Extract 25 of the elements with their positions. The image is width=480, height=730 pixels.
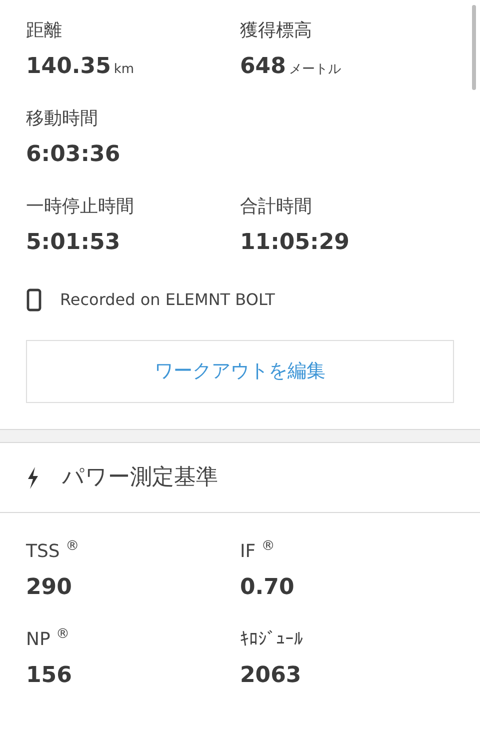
stat-label: TSS $^{®}$ <box>26 539 80 564</box>
stat-unit: メートル <box>288 61 341 79</box>
stat-label: ｷﾛｼﾞｭｰﾙ <box>240 628 303 652</box>
stat-value: 290 <box>26 575 72 601</box>
stat-value: 156 <box>26 663 72 689</box>
section-title: パワー測定基準 <box>62 464 218 492</box>
stat-value: 6:03:36 <box>26 142 120 168</box>
device-icon <box>26 288 42 312</box>
stat-unit: km <box>114 61 134 79</box>
stat-value: 11:05:29 <box>240 230 350 256</box>
stat-value: 648 <box>240 54 286 80</box>
lightning-icon <box>26 466 40 490</box>
stat-value: 140.35 <box>26 54 111 80</box>
stat-label: 距離 <box>26 19 62 43</box>
stat-value: 0.70 <box>240 575 294 601</box>
stat-label: 合計時間 <box>240 195 312 219</box>
stat-label: IF $^{®}$ <box>240 539 275 564</box>
edit-workout-button[interactable]: ワークアウトを編集 <box>26 340 454 403</box>
stat-label: NP $^{®}$ <box>26 627 70 652</box>
stat-label: 獲得標高 <box>240 19 312 43</box>
stat-value: 5:01:53 <box>26 230 120 256</box>
stat-label: 移動時間 <box>26 107 98 131</box>
device-text: Recorded on ELEMNT BOLT <box>60 289 275 311</box>
stat-label: 一時停止時間 <box>26 195 134 219</box>
stat-value: 2063 <box>240 663 302 689</box>
